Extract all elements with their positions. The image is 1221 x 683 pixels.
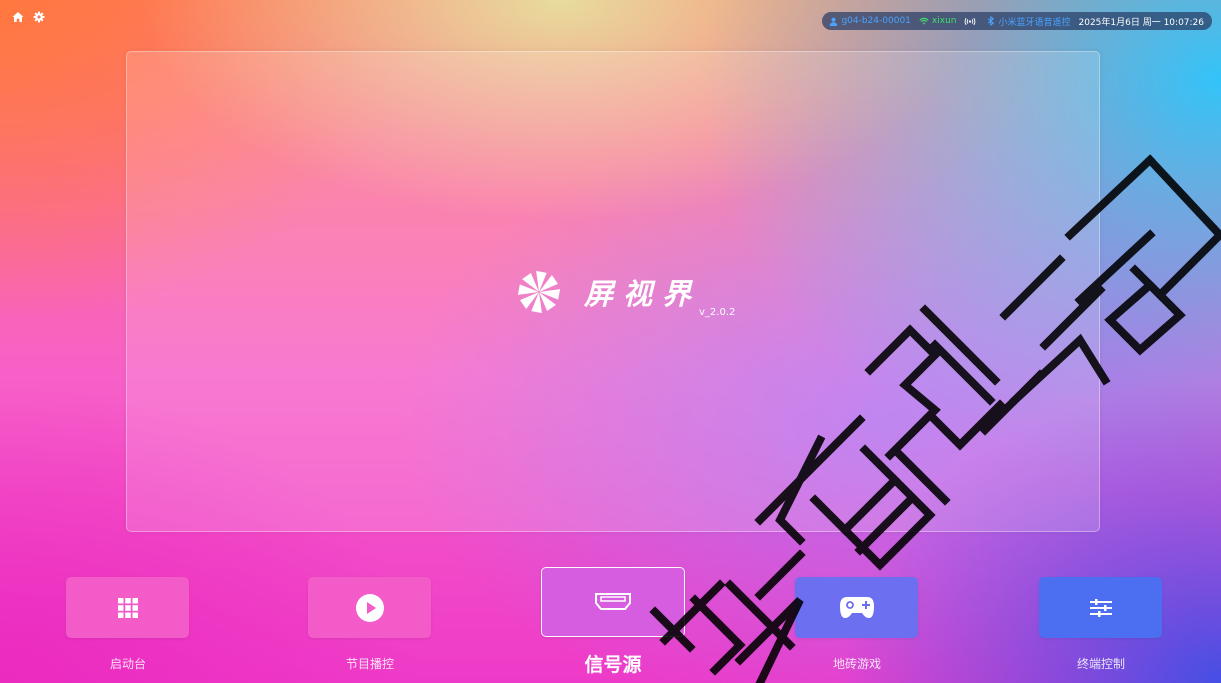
gamepad-icon [839, 596, 874, 618]
dock-tile-signal-source[interactable] [541, 567, 685, 637]
dock-tile-terminal-control[interactable] [1039, 577, 1162, 638]
dock-label-program-control: 节目播控 [345, 657, 394, 671]
dock-label-signal-source: 信号源 [584, 654, 642, 676]
device-status: g04-b24-00001 [829, 16, 911, 26]
hdmi-icon [595, 593, 631, 610]
dock-label-launcher: 启动台 [109, 657, 146, 671]
grid-icon [117, 597, 138, 618]
datetime: 2025年1月6日 周一 10:07:26 [1078, 17, 1205, 28]
gear-icon[interactable] [33, 11, 45, 23]
wifi-status: xixun [919, 16, 957, 26]
dock-label-terminal-control: 终端控制 [1076, 657, 1125, 671]
play-icon [355, 593, 384, 622]
dock-tile-program-control[interactable] [308, 577, 431, 638]
app-logo: 屏视界 [516, 268, 701, 316]
user-icon [830, 17, 838, 26]
sliders-icon [1089, 598, 1112, 617]
bluetooth-device: 小米蓝牙语音遥控 [998, 17, 1071, 28]
wifi-icon [919, 17, 929, 25]
top-left-toolbar [12, 11, 45, 23]
bluetooth-icon [988, 16, 995, 26]
bluetooth-status: 小米蓝牙语音遥控 [987, 15, 1071, 28]
wifi-name: xixun [931, 16, 957, 26]
app-name: 屏视界 [584, 277, 702, 311]
app-version: v_2.0.2 [699, 307, 736, 318]
dock-label-floor-tile-game: 地砖游戏 [832, 657, 881, 671]
device-id: g04-b24-00001 [841, 16, 911, 26]
dock-tile-floor-tile-game[interactable] [795, 577, 918, 638]
status-bar: g04-b24-00001 xixun 小米蓝牙语音遥控 2025年1月6日 周… [822, 12, 1212, 30]
home-icon[interactable] [12, 11, 24, 23]
broadcast-icon [965, 17, 976, 25]
dock-tile-launcher[interactable] [66, 577, 189, 638]
broadcast-status [964, 17, 979, 26]
pinwheel-logo-icon [517, 270, 561, 314]
